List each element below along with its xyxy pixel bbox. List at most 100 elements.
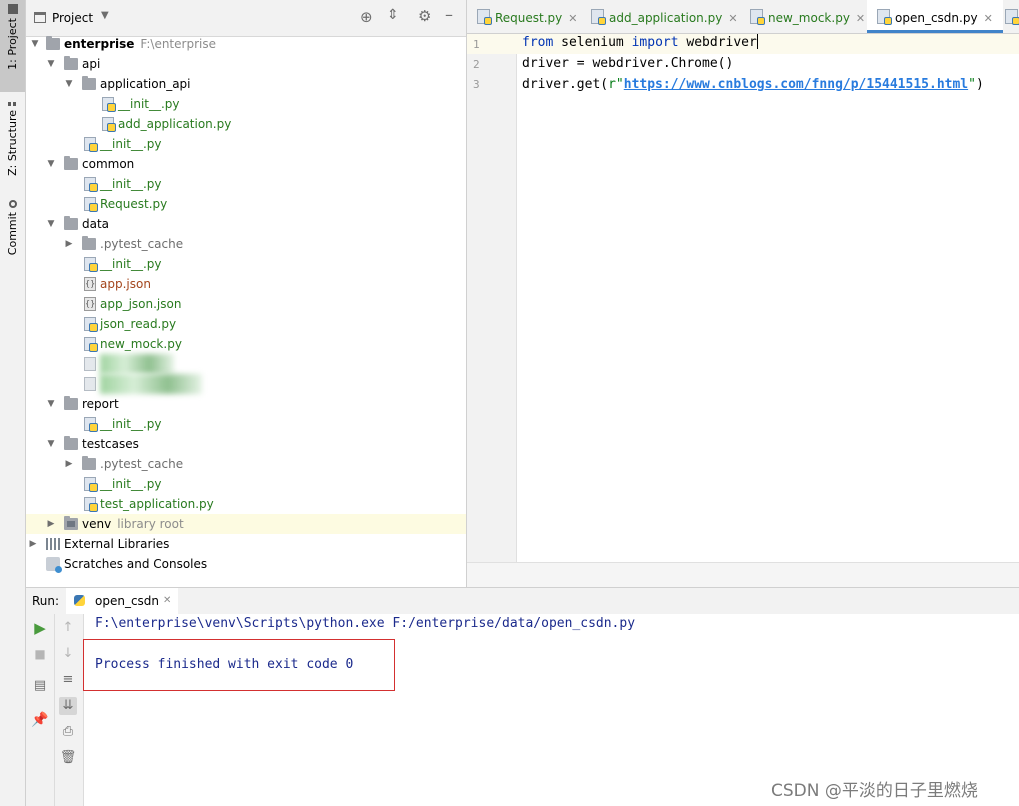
tree-item-external-libraries[interactable]: ▶ External Libraries — [26, 534, 466, 554]
tree-item-file[interactable]: __init__.py — [26, 254, 466, 274]
tree-item-application-api[interactable]: ▼ application_api — [26, 74, 466, 94]
chevron-down-icon[interactable]: ▼ — [46, 214, 56, 234]
chevron-down-icon[interactable]: ▼ — [46, 394, 56, 414]
print-icon[interactable]: ⎙ — [59, 723, 77, 741]
python-file-icon — [750, 9, 765, 25]
tool-tab-commit[interactable]: Commit — [0, 196, 25, 260]
tree-label: new_mock.py — [100, 337, 182, 351]
chevron-down-icon[interactable]: ▼ — [46, 54, 56, 74]
tree-label: venv — [82, 517, 112, 531]
tool-tab-label: Commit — [6, 212, 19, 256]
tree-path-hint: F:\enterprise — [140, 37, 216, 51]
chevron-right-icon[interactable]: ▶ — [64, 454, 74, 474]
folder-icon — [64, 156, 78, 170]
soft-wrap-icon[interactable]: ≡ — [59, 671, 77, 689]
project-view-icon — [34, 12, 46, 23]
chevron-down-icon[interactable]: ▼ — [46, 154, 56, 174]
chevron-down-icon[interactable]: ▼ — [30, 34, 40, 54]
chevron-down-icon[interactable]: ▼ — [101, 10, 109, 21]
close-icon[interactable]: ✕ — [163, 595, 171, 606]
collapse-all-icon[interactable]: ⇕ — [387, 7, 399, 23]
layout-icon[interactable]: ▤ — [31, 677, 49, 695]
tree-item-file[interactable]: __init__.py — [26, 134, 466, 154]
tree-item-pytest-cache[interactable]: ▶ .pytest_cache — [26, 454, 466, 474]
tree-label: .pytest_cache — [100, 457, 184, 471]
tree-item-data[interactable]: ▼ data — [26, 214, 466, 234]
tree-item-file[interactable]: __init__.py — [26, 474, 466, 494]
tree-item-common[interactable]: ▼ common — [26, 154, 466, 174]
json-file-icon: {} — [84, 297, 96, 311]
tree-item-file[interactable]: Request.py — [26, 194, 466, 214]
tree-item-file-redacted[interactable]: ███████████ — [26, 374, 466, 394]
pin-icon[interactable]: 📌 — [31, 711, 49, 729]
code-url-link[interactable]: https://www.cnblogs.com/fnng/p/15441515.… — [624, 77, 968, 92]
editor-tab[interactable]: Request.py ✕ — [477, 0, 578, 33]
editor-tab[interactable]: add_application.py ✕ — [591, 0, 738, 33]
tree-item-venv[interactable]: ▶ venv library root — [26, 514, 466, 534]
close-icon[interactable]: ✕ — [984, 12, 993, 25]
chevron-right-icon[interactable]: ▶ — [28, 534, 38, 554]
code-line-1[interactable]: from selenium import webdriver — [522, 33, 758, 53]
tree-label: report — [82, 397, 119, 411]
folder-icon — [64, 436, 78, 450]
tree-item-file[interactable]: {} app_json.json — [26, 294, 466, 314]
tree-item-file[interactable]: json_read.py — [26, 314, 466, 334]
tree-item-file[interactable]: __init__.py — [26, 414, 466, 434]
rerun-icon[interactable]: ▶ — [31, 619, 49, 637]
tree-label: ████████ — [100, 354, 174, 374]
run-panel-header: Run: open_csdn ✕ — [26, 587, 1019, 615]
tree-label: test_application.py — [100, 497, 214, 511]
tree-item-file[interactable]: new_mock.py — [26, 334, 466, 354]
tree-label: Scratches and Consoles — [64, 557, 208, 571]
code-line-3[interactable]: driver.get(r"https://www.cnblogs.com/fnn… — [522, 75, 984, 95]
tree-item-file[interactable]: test_application.py — [26, 494, 466, 514]
close-icon[interactable]: ✕ — [568, 12, 577, 25]
python-file-icon — [1005, 9, 1019, 25]
tree-item-file[interactable]: {} app.json — [26, 274, 466, 294]
up-arrow-icon[interactable]: ↑ — [59, 619, 77, 637]
close-icon[interactable]: ✕ — [728, 12, 737, 25]
line-number: 1 — [473, 38, 480, 51]
project-panel: Project ▼ ⊕ ⇕ ⚙ – ▼ enterprise F:\enterpr… — [26, 0, 467, 587]
python-file-icon — [84, 477, 98, 492]
tree-item-file[interactable]: add_application.py — [26, 114, 466, 134]
run-tab[interactable]: open_csdn ✕ — [66, 588, 178, 614]
close-icon[interactable]: ✕ — [856, 12, 865, 25]
editor-tab-active[interactable]: open_csdn.py ✕ — [867, 0, 1003, 33]
tree-label: __init__.py — [100, 137, 162, 151]
chevron-down-icon[interactable]: ▼ — [64, 74, 74, 94]
tool-tab-label: 1: Project — [6, 18, 19, 70]
tree-item-scratches[interactable]: Scratches and Consoles — [26, 554, 466, 574]
minimize-icon[interactable]: – — [445, 5, 453, 24]
folder-icon — [82, 236, 96, 250]
editor-breadcrumb-bar — [467, 562, 1019, 588]
chevron-right-icon[interactable]: ▶ — [64, 234, 74, 254]
tree-item-file[interactable]: __init__.py — [26, 94, 466, 114]
trash-icon[interactable]: 🗑 — [59, 749, 77, 767]
stop-icon[interactable]: ■ — [31, 645, 49, 663]
project-view-title[interactable]: Project — [52, 11, 93, 25]
tool-tab-structure[interactable]: Z: Structure — [0, 98, 25, 176]
tree-item-testcases[interactable]: ▼ testcases — [26, 434, 466, 454]
chevron-down-icon[interactable]: ▼ — [46, 434, 56, 454]
code-line-2[interactable]: driver = webdriver.Chrome() — [522, 54, 733, 74]
tree-item-file-redacted[interactable]: ████████ — [26, 354, 466, 374]
tree-item-report[interactable]: ▼ report — [26, 394, 466, 414]
down-arrow-icon[interactable]: ↓ — [59, 645, 77, 663]
code-editor[interactable] — [517, 34, 1019, 562]
locate-file-icon[interactable]: ⊕ — [360, 8, 373, 26]
tree-item-enterprise[interactable]: ▼ enterprise F:\enterprise — [26, 34, 466, 54]
tree-item-api[interactable]: ▼ api — [26, 54, 466, 74]
editor-tab[interactable]: new_mock.py ✕ — [750, 0, 865, 33]
tool-tab-project[interactable]: 1: Project — [0, 0, 25, 92]
library-icon — [46, 538, 60, 550]
gear-icon[interactable]: ⚙ — [418, 7, 431, 25]
tree-item-pytest-cache[interactable]: ▶ .pytest_cache — [26, 234, 466, 254]
editor-tab-overflow[interactable] — [1005, 0, 1019, 33]
python-file-icon — [877, 9, 892, 25]
scroll-to-end-icon[interactable]: ⇊ — [59, 697, 77, 715]
run-tab-label: open_csdn — [95, 594, 160, 608]
chevron-right-icon[interactable]: ▶ — [46, 514, 56, 534]
code-text: driver = webdriver.Chrome() — [522, 56, 734, 71]
tree-item-file[interactable]: __init__.py — [26, 174, 466, 194]
